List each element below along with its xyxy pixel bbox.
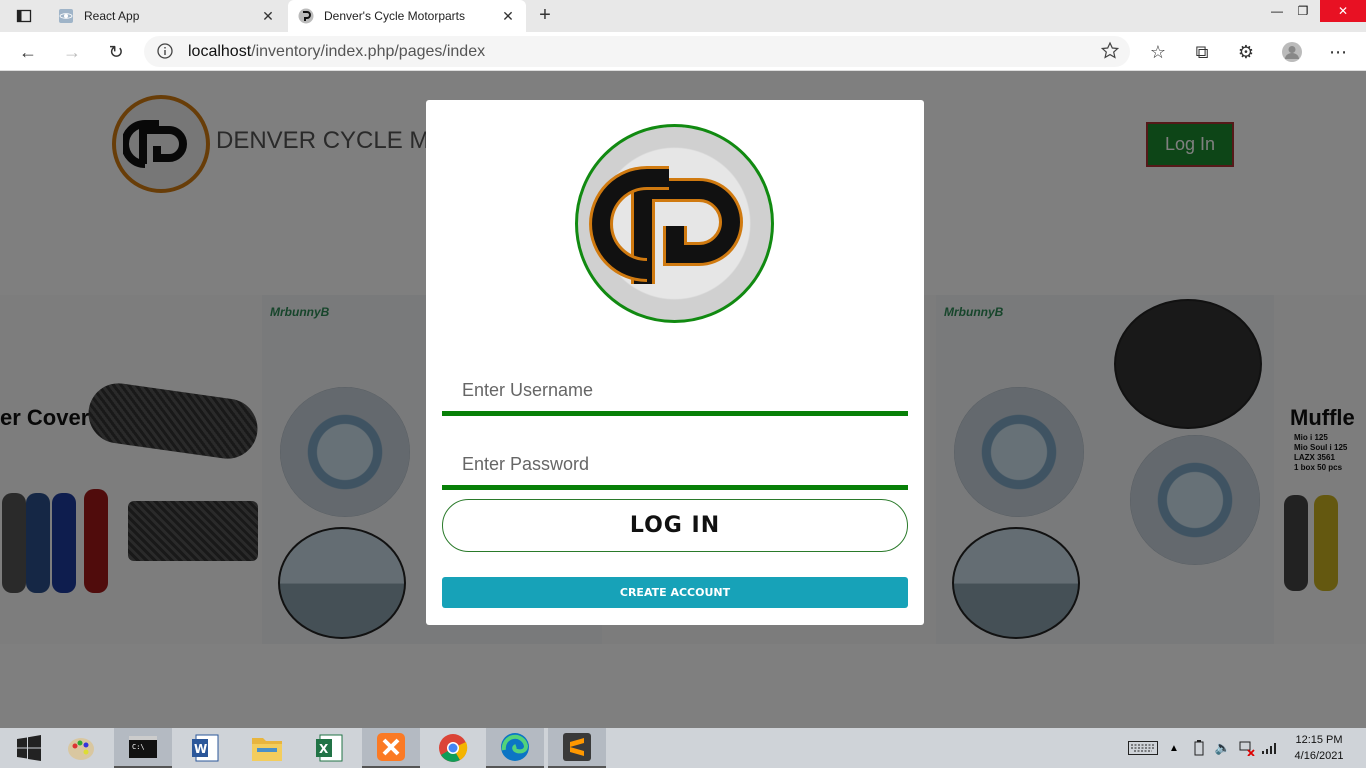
tab-denvers-cycle[interactable]: Denver's Cycle Motorparts ✕ bbox=[288, 0, 526, 32]
site-favicon bbox=[298, 8, 314, 24]
login-button[interactable]: LOG IN bbox=[442, 499, 908, 552]
add-favorite-icon[interactable] bbox=[1100, 41, 1120, 61]
svg-text:W: W bbox=[194, 742, 207, 756]
login-modal: LOG IN CREATE ACCOUNT bbox=[426, 100, 924, 625]
address-bar[interactable]: localhost/inventory/index.php/pages/inde… bbox=[144, 36, 1130, 67]
clock-date: 4/16/2021 bbox=[1294, 750, 1344, 762]
back-icon[interactable]: ← bbox=[15, 39, 41, 65]
tab-actions-icon[interactable] bbox=[8, 6, 40, 26]
modal-logo bbox=[575, 124, 774, 323]
start-icon[interactable] bbox=[0, 728, 58, 768]
edge-icon[interactable] bbox=[486, 728, 544, 768]
word-icon[interactable]: W bbox=[176, 728, 234, 768]
svg-text:X: X bbox=[319, 742, 329, 756]
network-icon[interactable] bbox=[1238, 728, 1256, 768]
tab-react-app[interactable]: React App ✕ bbox=[48, 0, 286, 32]
cmd-icon[interactable]: C:\ bbox=[114, 728, 172, 768]
password-input[interactable] bbox=[442, 444, 908, 490]
browser-tab-bar: React App ✕ Denver's Cycle Motorparts ✕ … bbox=[0, 0, 1366, 32]
battery-icon[interactable] bbox=[1190, 728, 1208, 768]
volume-icon[interactable]: 🔈 bbox=[1212, 728, 1234, 768]
tab-label: Denver's Cycle Motorparts bbox=[324, 9, 465, 23]
keyboard-icon[interactable] bbox=[1126, 728, 1160, 768]
close-tab-icon[interactable]: ✕ bbox=[260, 8, 276, 25]
browser-toolbar: ← → ↻ localhost/inventory/index.php/page… bbox=[0, 32, 1366, 71]
refresh-icon[interactable]: ↻ bbox=[103, 39, 129, 65]
system-clock[interactable]: 12:15 PM 4/16/2021 bbox=[1282, 732, 1356, 764]
url-path: /inventory/index.php/pages/index bbox=[251, 43, 486, 60]
profile-avatar[interactable] bbox=[1279, 39, 1305, 65]
menu-icon[interactable]: ⋯ bbox=[1325, 39, 1351, 65]
paint-icon[interactable] bbox=[52, 728, 110, 768]
close-tab-icon[interactable]: ✕ bbox=[500, 8, 516, 25]
chrome-icon[interactable] bbox=[424, 728, 482, 768]
signal-icon[interactable] bbox=[1260, 728, 1280, 768]
tray-chevron-icon[interactable]: ▲ bbox=[1166, 728, 1182, 768]
url-text: localhost/inventory/index.php/pages/inde… bbox=[188, 43, 485, 61]
xampp-icon[interactable] bbox=[362, 728, 420, 768]
username-input[interactable] bbox=[442, 370, 908, 416]
forward-icon[interactable]: → bbox=[59, 39, 85, 65]
favorites-icon[interactable]: ☆ bbox=[1145, 39, 1171, 65]
collections-icon[interactable]: ⧉ bbox=[1189, 39, 1215, 65]
clock-time: 12:15 PM bbox=[1295, 734, 1343, 746]
react-icon bbox=[58, 8, 74, 24]
close-window-icon[interactable]: ✕ bbox=[1320, 0, 1366, 22]
taskbar: C:\ W X ▲ 🔈 12:15 PM 4/16/2021 bbox=[0, 728, 1366, 768]
excel-icon[interactable]: X bbox=[300, 728, 358, 768]
new-tab-button[interactable]: + bbox=[534, 5, 556, 27]
tab-label: React App bbox=[84, 9, 140, 23]
explorer-icon[interactable] bbox=[238, 728, 296, 768]
extensions-icon[interactable]: ⚙ bbox=[1233, 39, 1259, 65]
page-content: DENVER CYCLE M Log In er Cover MrbunnyB … bbox=[0, 71, 1366, 728]
url-host: localhost bbox=[188, 43, 252, 60]
sublime-icon[interactable] bbox=[548, 728, 606, 768]
svg-text:C:\: C:\ bbox=[132, 743, 145, 751]
info-icon[interactable] bbox=[156, 42, 174, 60]
create-account-button[interactable]: CREATE ACCOUNT bbox=[442, 577, 908, 608]
